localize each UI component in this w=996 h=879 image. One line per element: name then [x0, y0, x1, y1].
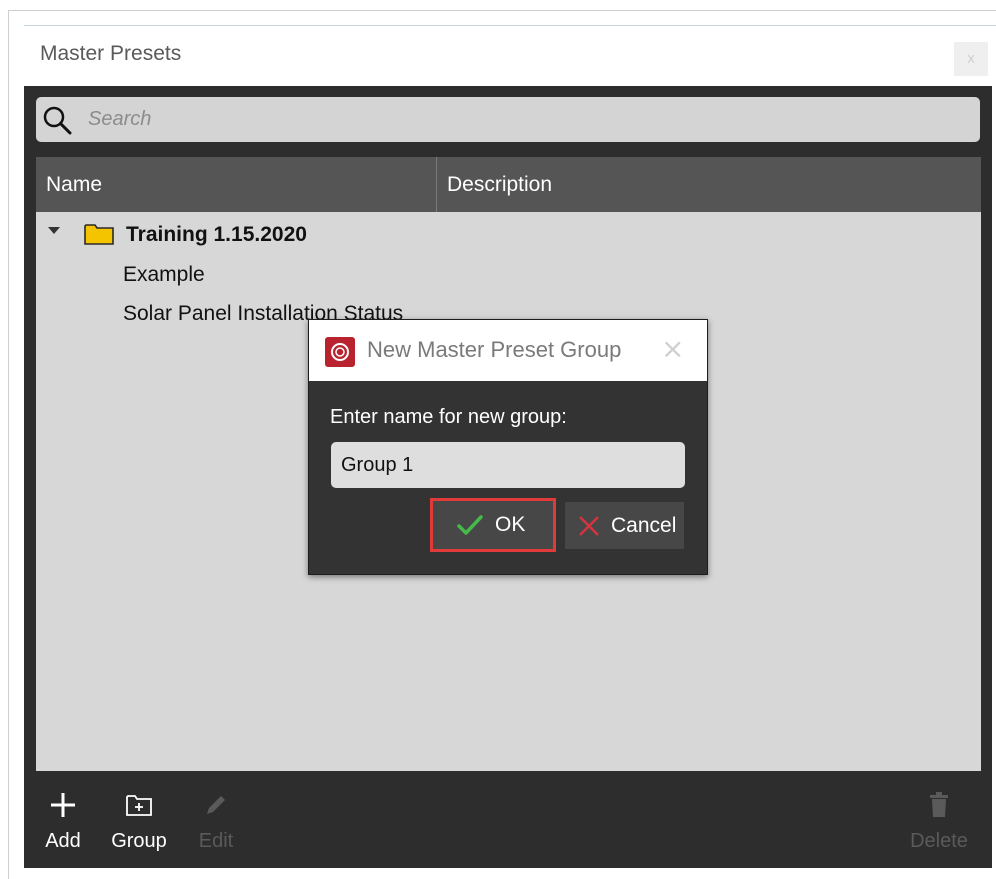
- ok-label: OK: [495, 513, 526, 536]
- checkmark-icon: [457, 515, 483, 535]
- search-placeholder: Search: [88, 108, 152, 130]
- tree-group-row[interactable]: Training 1.15.2020: [126, 223, 307, 247]
- expand-caret-icon[interactable]: [48, 227, 60, 234]
- dialog-title: New Master Preset Group: [367, 337, 622, 362]
- pencil-icon: [207, 796, 225, 814]
- window-top-border: [24, 25, 996, 26]
- search-icon: [43, 106, 72, 135]
- trash-icon: [930, 792, 948, 817]
- window-title: Master Presets: [40, 42, 182, 65]
- dialog-prompt: Enter name for new group:: [330, 406, 567, 428]
- search-input[interactable]: Search: [36, 97, 980, 142]
- cancel-x-icon: [579, 516, 599, 536]
- column-header-name[interactable]: Name: [36, 157, 435, 212]
- tree-item-row[interactable]: Example: [123, 263, 205, 287]
- app-logo-icon: [325, 337, 355, 367]
- dialog-titlebar: New Master Preset Group ×: [309, 320, 707, 381]
- group-name-input[interactable]: [331, 442, 685, 488]
- delete-button[interactable]: Delete: [894, 788, 984, 858]
- edit-button[interactable]: Edit: [171, 788, 261, 858]
- ok-button[interactable]: OK: [430, 498, 556, 552]
- cancel-label: Cancel: [611, 514, 677, 537]
- table-header: Name Description: [36, 157, 981, 212]
- delete-label: Delete: [910, 830, 968, 852]
- cancel-button[interactable]: Cancel: [565, 502, 684, 549]
- folder-add-icon: [126, 795, 152, 816]
- window-close-button[interactable]: x: [954, 42, 988, 76]
- folder-icon: [84, 224, 114, 245]
- new-group-dialog: New Master Preset Group × Enter name for…: [308, 319, 708, 575]
- dialog-close-button[interactable]: ×: [661, 334, 684, 364]
- plus-icon: [51, 793, 75, 817]
- edit-label: Edit: [198, 830, 234, 852]
- column-header-description[interactable]: Description: [436, 157, 981, 212]
